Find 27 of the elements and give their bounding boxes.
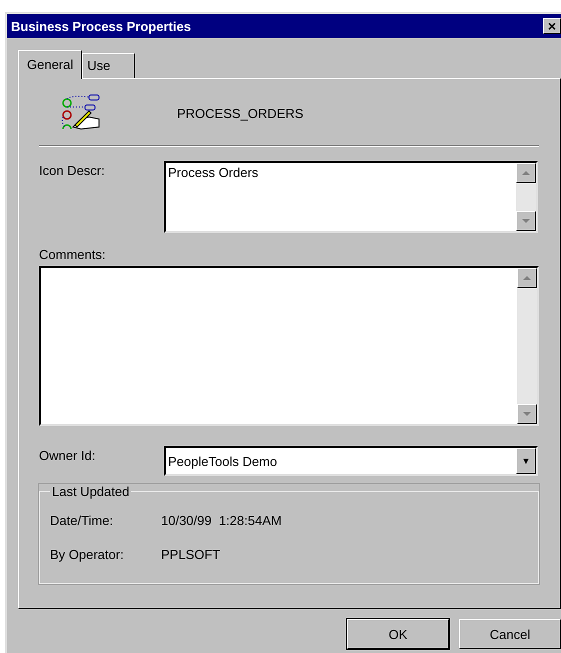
dropdown-button[interactable]: ▼: [516, 448, 536, 474]
up-arrow-icon: [520, 168, 532, 178]
tab[interactable]: General: [18, 50, 82, 79]
down-arrow-icon: [520, 216, 532, 226]
scroll-down-button[interactable]: [516, 211, 536, 231]
field-label: Owner Id:: [39, 447, 96, 465]
owner-id-dropdown[interactable]: PeopleTools Demo ▼: [164, 446, 538, 476]
cancel-button[interactable]: Cancel: [459, 619, 561, 649]
scroll-down-button[interactable]: [517, 404, 537, 424]
scroll-up-button[interactable]: [516, 163, 536, 183]
close-button[interactable]: ×: [543, 18, 561, 34]
field-label: Comments:: [39, 247, 106, 262]
comments-field[interactable]: [39, 266, 539, 426]
info-value: PPLSOFT: [161, 546, 220, 562]
process-name: PROCESS_ORDERS: [177, 106, 304, 120]
icon-description-field[interactable]: Process Orders: [164, 161, 538, 233]
info-label: By Operator:: [50, 546, 125, 562]
info-label: Date/Time:: [50, 512, 114, 528]
field-label: Icon Descr:: [39, 162, 106, 180]
tab[interactable]: Use: [82, 53, 136, 78]
info-value: 10/30/99 1:28:54AM: [161, 512, 282, 528]
down-arrow-icon: [521, 409, 533, 419]
ok-button[interactable]: OK: [347, 619, 449, 649]
group-title: Last Updated: [51, 484, 130, 499]
window-title: Business Process Properties: [11, 18, 191, 34]
scroll-up-button[interactable]: [517, 268, 537, 288]
up-arrow-icon: [521, 273, 533, 283]
